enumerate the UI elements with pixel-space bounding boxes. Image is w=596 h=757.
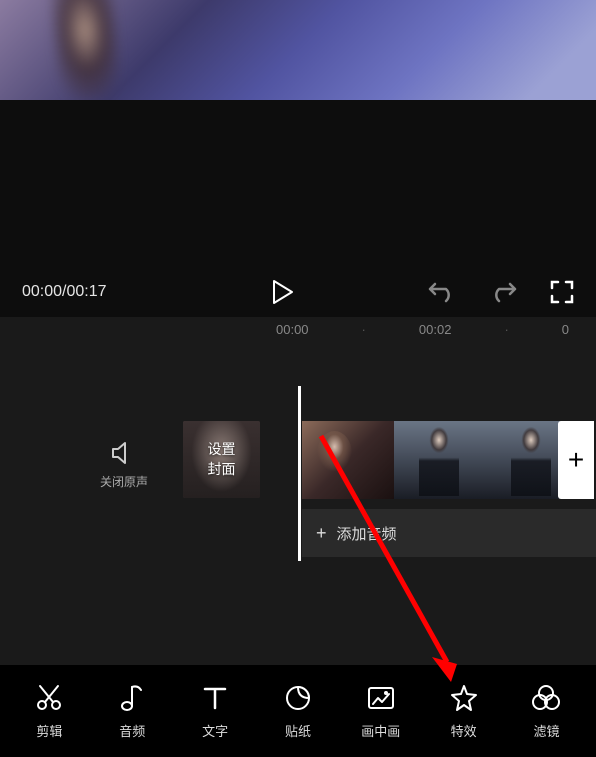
timeline-ruler[interactable]: 00:00 · 00:02 · 0 bbox=[0, 317, 596, 341]
ruler-mark: 00:02 bbox=[419, 322, 452, 337]
time-display: 00:00/00:17 bbox=[22, 283, 107, 301]
play-button[interactable] bbox=[272, 279, 294, 305]
plus-icon: + bbox=[568, 444, 584, 476]
scissors-icon bbox=[34, 683, 64, 713]
note-icon bbox=[117, 683, 147, 713]
tool-label: 特效 bbox=[451, 721, 477, 740]
add-audio-track[interactable]: + 添加音频 bbox=[302, 509, 596, 557]
tool-edit[interactable]: 剪辑 bbox=[14, 683, 84, 740]
tool-label: 贴纸 bbox=[285, 721, 311, 740]
add-audio-label: 添加音频 bbox=[337, 523, 397, 544]
ruler-tick: · bbox=[362, 322, 366, 337]
mute-label: 关闭原声 bbox=[100, 473, 148, 490]
clip-thumbnail[interactable] bbox=[394, 421, 486, 499]
undo-button[interactable] bbox=[428, 281, 456, 303]
tool-filter[interactable]: 滤镜 bbox=[511, 683, 581, 740]
tool-effects[interactable]: 特效 bbox=[429, 683, 499, 740]
cover-label-line2: 封面 bbox=[208, 460, 236, 480]
star-icon bbox=[449, 683, 479, 713]
ruler-mark: 00:00 bbox=[276, 322, 309, 337]
tool-audio[interactable]: 音频 bbox=[97, 683, 167, 740]
playhead[interactable] bbox=[298, 386, 301, 561]
tool-sticker[interactable]: 贴纸 bbox=[263, 683, 333, 740]
tool-pip[interactable]: 画中画 bbox=[346, 683, 416, 740]
speaker-icon bbox=[111, 441, 137, 465]
redo-button[interactable] bbox=[489, 281, 517, 303]
video-preview[interactable] bbox=[0, 0, 596, 100]
fullscreen-button[interactable] bbox=[550, 280, 574, 304]
tool-label: 剪辑 bbox=[36, 721, 62, 740]
video-clip-track[interactable] bbox=[302, 421, 596, 499]
tool-text[interactable]: 文字 bbox=[180, 683, 250, 740]
sticker-icon bbox=[283, 683, 313, 713]
tool-label: 文字 bbox=[202, 721, 228, 740]
filter-icon bbox=[531, 683, 561, 713]
bottom-toolbar: 剪辑 音频 文字 贴纸 画中画 特效 滤 bbox=[0, 665, 596, 757]
ruler-mark: 0 bbox=[562, 322, 569, 337]
cover-label-line1: 设置 bbox=[208, 440, 236, 460]
tool-label: 滤镜 bbox=[533, 721, 559, 740]
tool-label: 画中画 bbox=[361, 721, 400, 740]
set-cover-button[interactable]: 设置 封面 bbox=[183, 421, 260, 498]
clip-thumbnail[interactable] bbox=[302, 421, 394, 499]
add-clip-button[interactable]: + bbox=[558, 421, 594, 499]
plus-icon: + bbox=[316, 523, 327, 544]
text-icon bbox=[200, 683, 230, 713]
timeline-area[interactable]: 关闭原声 设置 封面 + + 添加音频 bbox=[0, 341, 596, 665]
preview-blackbar bbox=[0, 100, 596, 267]
ruler-tick: · bbox=[504, 322, 508, 337]
pip-icon bbox=[366, 683, 396, 713]
playback-controls: 00:00/00:17 bbox=[0, 267, 596, 317]
tool-label: 音频 bbox=[119, 721, 145, 740]
mute-original-toggle[interactable]: 关闭原声 bbox=[100, 441, 148, 490]
